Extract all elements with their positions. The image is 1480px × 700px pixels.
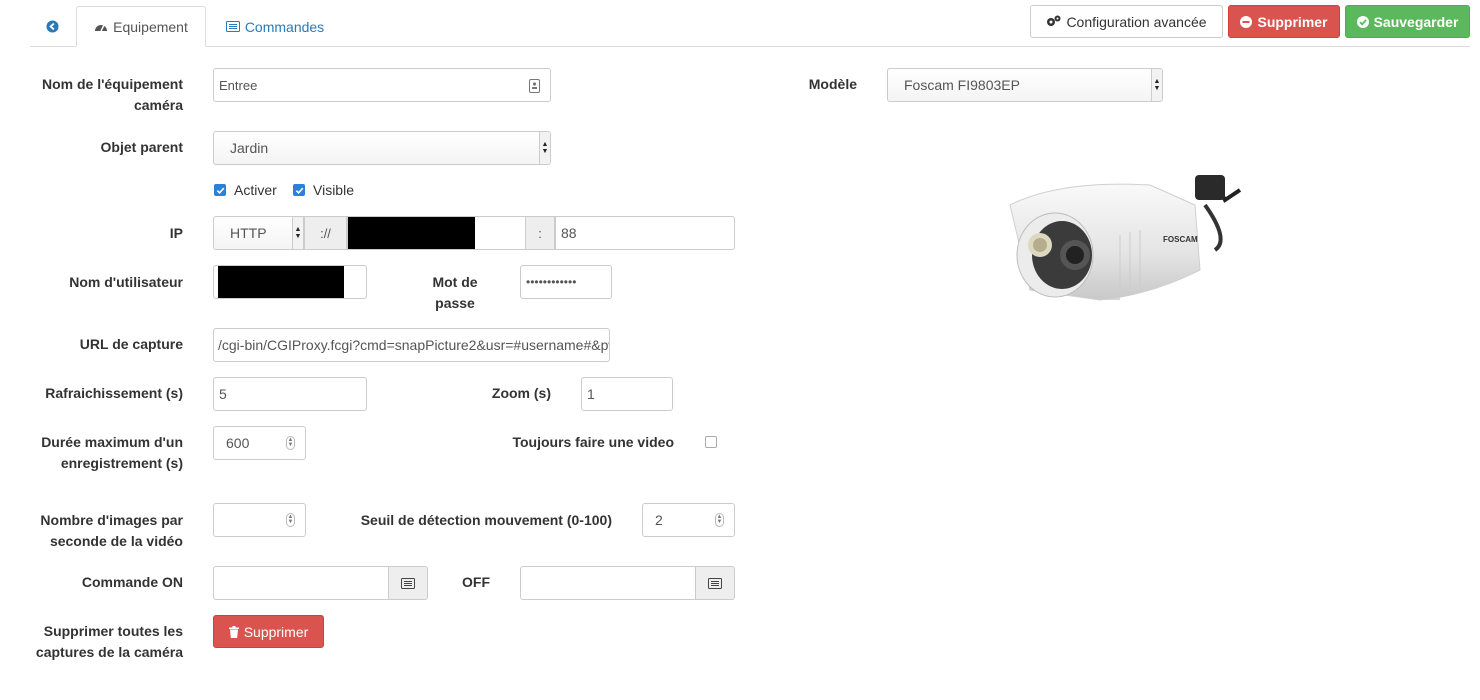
tab-equipement[interactable]: Equipement (76, 6, 206, 47)
spinner-arrows-icon: ▲ ▼ (286, 513, 295, 527)
cogs-icon (1047, 15, 1061, 26)
spinner-arrows-icon: ▲ ▼ (715, 513, 724, 527)
tab-commandes-label: Commandes (244, 18, 325, 35)
parent-value: Jardin (230, 140, 269, 156)
refresh-label: Rafraichissement (s) (45, 385, 183, 401)
url-value: /cgi-bin/CGIProxy.fcgi?cmd=snapPicture2&… (218, 337, 609, 353)
url-label: URL de capture (79, 336, 183, 352)
camera-brand-text: FOSCAM (1163, 235, 1198, 244)
zoom-label: Zoom (s) (491, 385, 551, 401)
zoom-input[interactable]: 1 (581, 377, 673, 411)
cmd-off-picker-button[interactable] (695, 566, 735, 600)
always-video-label: Toujours faire une video (512, 434, 674, 450)
name-input[interactable]: Entree (213, 68, 551, 102)
list-alt-icon (708, 577, 722, 589)
password-value: •••••••••••• (526, 275, 577, 289)
advanced-config-button[interactable]: Configuration avancée (1030, 5, 1223, 38)
model-value: Foscam FI9803EP (904, 77, 1020, 93)
delete-button[interactable]: Supprimer (1228, 5, 1340, 38)
ip-label: IP (169, 225, 183, 241)
name-label: Nom de l'équipement caméra (41, 76, 183, 113)
visible-label: Visible (313, 182, 354, 198)
delete-captures-label: Supprimer toutes les captures de la camé… (35, 623, 183, 660)
motion-input[interactable]: 2 ▲ ▼ (642, 503, 735, 537)
fps-label: Nombre d'images par seconde de la vidéo (40, 512, 183, 549)
activer-label: Activer (234, 182, 277, 198)
tab-back[interactable] (30, 6, 74, 47)
username-label: Nom d'utilisateur (69, 274, 183, 290)
scheme-separator: :// (304, 216, 347, 250)
refresh-input[interactable]: 5 (213, 377, 367, 411)
cmd-on-picker-button[interactable] (388, 566, 428, 600)
tab-equipement-label: Equipement (113, 18, 188, 35)
chevron-down-icon: ▲ ▼ (539, 132, 550, 164)
parent-label: Objet parent (100, 139, 183, 155)
checkbox-checked-icon (293, 184, 305, 196)
circle-arrow-left-icon (45, 20, 59, 33)
duration-input[interactable]: 600 ▲ ▼ (213, 426, 306, 460)
zoom-value: 1 (587, 386, 595, 402)
chevron-down-icon: ▲ ▼ (292, 217, 303, 249)
port-value: 88 (561, 225, 577, 241)
protocol-select[interactable]: HTTP ▲ ▼ (213, 216, 304, 250)
activer-checkbox[interactable]: Activer (214, 182, 277, 198)
checkbox-checked-icon (214, 184, 226, 196)
list-alt-icon (401, 577, 415, 589)
list-alt-icon (225, 21, 240, 32)
tab-commandes[interactable]: Commandes (214, 6, 336, 47)
model-select[interactable]: Foscam FI9803EP ▲ ▼ (887, 68, 1163, 102)
visible-checkbox[interactable]: Visible (293, 182, 354, 198)
redacted-block (218, 266, 344, 298)
chevron-down-icon: ▲ ▼ (1151, 69, 1162, 101)
save-button[interactable]: Sauvegarder (1345, 5, 1470, 38)
cmd-off-label: OFF (462, 574, 490, 590)
password-input[interactable]: •••••••••••• (520, 265, 612, 299)
contact-card-icon (529, 79, 540, 93)
cmd-on-input[interactable] (213, 566, 389, 600)
protocol-value: HTTP (230, 225, 267, 241)
model-label: Modèle (808, 76, 857, 92)
url-input[interactable]: /cgi-bin/CGIProxy.fcgi?cmd=snapPicture2&… (213, 328, 610, 362)
redacted-block (348, 217, 475, 249)
port-input[interactable]: 88 (555, 216, 735, 250)
duration-value: 600 (226, 435, 250, 451)
port-separator: : (525, 216, 555, 250)
cmd-off-input[interactable] (520, 566, 696, 600)
minus-circle-icon (1240, 15, 1253, 28)
username-input[interactable] (213, 265, 367, 299)
camera-model-image: FOSCAM (1000, 150, 1245, 330)
ip-address-input[interactable] (347, 216, 526, 250)
advanced-config-label: Configuration avancée (1066, 13, 1207, 30)
delete-captures-button-label: Supprimer (243, 623, 309, 640)
fps-input[interactable]: ▲ ▼ (213, 503, 306, 537)
delete-label: Supprimer (1257, 13, 1328, 30)
spinner-arrows-icon: ▲ ▼ (286, 436, 295, 450)
cmd-on-label: Commande ON (81, 574, 183, 590)
check-circle-icon (1356, 15, 1369, 28)
trash-icon (228, 625, 239, 638)
refresh-value: 5 (219, 386, 227, 402)
motion-label: Seuil de détection mouvement (0-100) (360, 512, 612, 528)
delete-captures-button[interactable]: Supprimer (213, 615, 324, 648)
always-video-checkbox[interactable] (705, 436, 717, 448)
name-value: Entree (219, 77, 258, 93)
parent-select[interactable]: Jardin ▲ ▼ (213, 131, 551, 165)
motion-value: 2 (655, 512, 663, 528)
duration-label: Durée maximum d'un enregistrement (s) (41, 434, 183, 471)
dashboard-icon (95, 24, 108, 31)
password-label: Mot de passe (432, 274, 478, 311)
save-label: Sauvegarder (1373, 13, 1459, 30)
